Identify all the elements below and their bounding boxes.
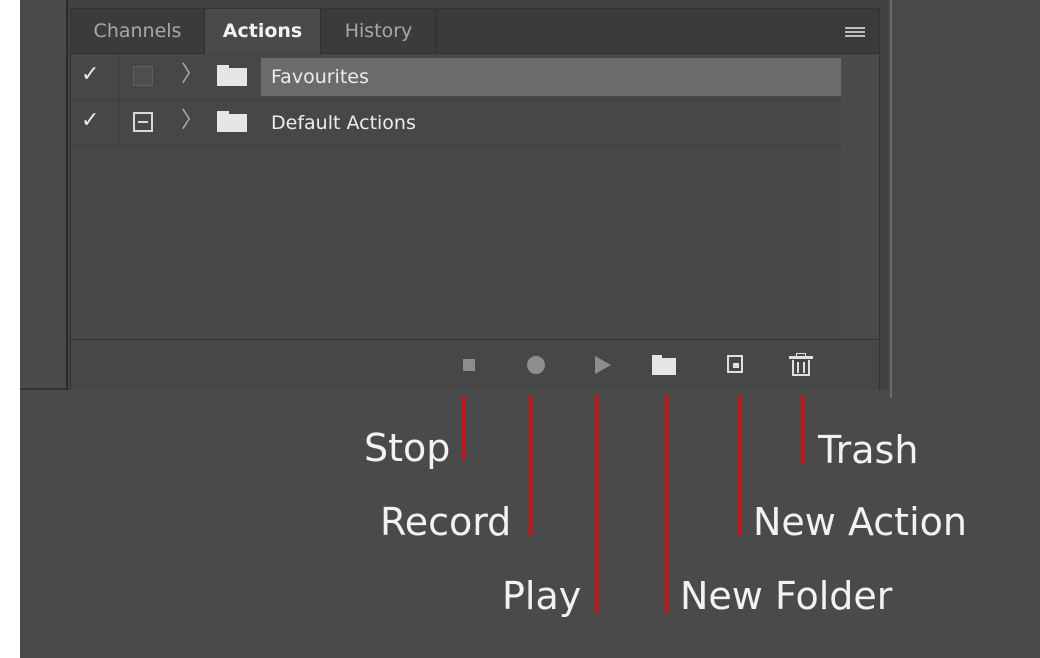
record-icon[interactable] <box>523 352 549 378</box>
new-action-callout-line <box>738 396 742 536</box>
column-divider <box>118 54 119 100</box>
toggle-dialog-box[interactable] <box>133 66 153 86</box>
panel-dock-edge <box>890 0 892 398</box>
list-scrollbar[interactable] <box>841 54 879 336</box>
action-set-name[interactable]: Favourites <box>271 54 369 100</box>
new-folder-callout-label: New Folder <box>680 574 893 618</box>
folder-icon <box>217 65 247 86</box>
column-divider <box>118 100 119 146</box>
stop-icon[interactable] <box>457 352 483 378</box>
trash-callout-label: Trash <box>818 428 919 472</box>
trash-callout-line <box>801 396 805 464</box>
new-action-callout-label: New Action <box>753 500 967 544</box>
trash-icon[interactable] <box>788 352 814 378</box>
action-set-name[interactable]: Default Actions <box>271 100 416 146</box>
play-callout-line <box>595 396 599 614</box>
new-folder-icon[interactable] <box>651 352 677 378</box>
actions-list: ✓ 〉 Favourites ✓ 〉 Default Actions <box>71 54 841 336</box>
new-action-icon[interactable] <box>724 352 750 378</box>
play-callout-label: Play <box>502 574 582 618</box>
panel-footer-toolbar <box>71 339 879 390</box>
expand-chevron-icon[interactable]: 〉 <box>181 107 203 135</box>
record-callout-line <box>529 396 533 536</box>
dock-divider <box>20 388 66 390</box>
action-set-row[interactable]: ✓ 〉 Default Actions <box>71 100 841 146</box>
tab-channels[interactable]: Channels <box>71 9 205 53</box>
toggle-dialog-box[interactable] <box>133 112 153 132</box>
tab-actions[interactable]: Actions <box>205 9 321 54</box>
stop-callout-label: Stop <box>364 426 451 470</box>
actions-panel: Channels Actions History ✓ 〉 Favourites … <box>70 8 880 390</box>
screenshot-background: Channels Actions History ✓ 〉 Favourites … <box>20 0 1040 658</box>
toggle-item-check[interactable]: ✓ <box>81 108 99 134</box>
action-set-row[interactable]: ✓ 〉 Favourites <box>71 54 841 100</box>
record-callout-label: Record <box>380 500 512 544</box>
play-icon[interactable] <box>589 352 615 378</box>
tab-history[interactable]: History <box>321 9 437 53</box>
stop-callout-line <box>462 396 466 460</box>
panel-menu-icon[interactable] <box>845 27 865 38</box>
expand-chevron-icon[interactable]: 〉 <box>181 61 203 89</box>
panel-tab-bar: Channels Actions History <box>71 9 879 54</box>
folder-icon <box>217 111 247 132</box>
new-folder-callout-line <box>665 396 669 614</box>
toggle-item-check[interactable]: ✓ <box>81 62 99 88</box>
